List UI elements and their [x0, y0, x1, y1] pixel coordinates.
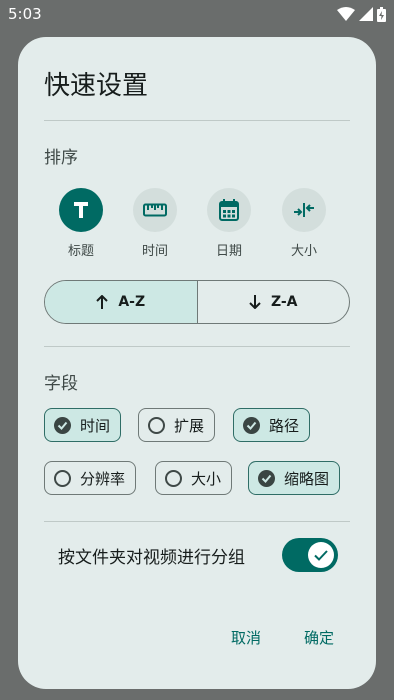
chip-label: 扩展: [174, 416, 205, 435]
divider: [44, 346, 350, 347]
group-by-folder-switch[interactable]: [282, 538, 338, 572]
field-chip-path[interactable]: 路径: [233, 408, 311, 442]
dialog-title: 快速设置: [44, 71, 149, 101]
sort-option-label: 日期: [215, 244, 242, 259]
empty-circle-icon: [54, 469, 71, 487]
check-circle-icon: [258, 469, 275, 487]
field-chip-size[interactable]: 大小: [155, 461, 233, 495]
divider: [44, 120, 350, 121]
status-icons: [337, 6, 386, 22]
divider: [44, 521, 350, 522]
check-circle-icon: [54, 416, 71, 434]
chip-label: 分辨率: [80, 469, 126, 488]
compress-icon: [294, 203, 314, 217]
sort-option-title[interactable]: 标题: [51, 188, 111, 259]
field-chip-extension[interactable]: 扩展: [138, 408, 216, 442]
check-icon: [314, 549, 328, 561]
sort-option-label: 标题: [67, 244, 94, 259]
calendar-icon: [219, 199, 239, 221]
chip-label: 时间: [80, 416, 111, 435]
cancel-button[interactable]: 取消: [231, 627, 261, 648]
sort-option-time[interactable]: 时间: [125, 188, 185, 259]
empty-circle-icon: [165, 469, 182, 487]
group-by-folder-row: 按文件夹对视频进行分组: [44, 535, 350, 575]
arrow-down-icon: [249, 295, 261, 309]
field-chip-thumbnail[interactable]: 缩略图: [248, 461, 341, 495]
chip-label: 大小: [191, 469, 222, 488]
text-t-icon: [74, 202, 88, 218]
status-bar: 5:03: [0, 0, 394, 28]
group-by-folder-label: 按文件夹对视频进行分组: [58, 547, 245, 568]
sort-option-label: 大小: [290, 244, 317, 259]
switch-thumb: [308, 542, 334, 568]
chip-label: 缩略图: [284, 469, 330, 488]
sort-asc-label: A-Z: [118, 294, 146, 310]
sort-desc-button[interactable]: Z-A: [198, 281, 350, 323]
check-circle-icon: [243, 416, 260, 434]
signal-icon: [359, 7, 373, 21]
fields-section-label: 字段: [44, 374, 78, 394]
battery-icon: [377, 6, 386, 22]
ruler-icon: [143, 203, 167, 217]
sort-asc-button[interactable]: A-Z: [45, 281, 198, 323]
chip-label: 路径: [269, 416, 300, 435]
sort-option-date[interactable]: 日期: [199, 188, 259, 259]
arrow-up-icon: [96, 295, 109, 309]
quick-settings-dialog: 快速设置 排序 标题 时间 日期 大小 A-Z Z-A 字段 时间 扩展 路径 …: [18, 37, 376, 689]
sort-option-label: 时间: [141, 244, 168, 259]
confirm-button[interactable]: 确定: [304, 627, 334, 648]
sort-section-label: 排序: [44, 148, 78, 168]
sort-desc-label: Z-A: [270, 294, 298, 310]
status-time: 5:03: [8, 5, 42, 23]
wifi-icon: [337, 7, 355, 21]
empty-circle-icon: [148, 416, 165, 434]
field-chip-resolution[interactable]: 分辨率: [44, 461, 137, 495]
field-chip-time[interactable]: 时间: [44, 408, 122, 442]
sort-direction-toggle: A-Z Z-A: [44, 280, 350, 324]
sort-option-size[interactable]: 大小: [274, 188, 334, 259]
